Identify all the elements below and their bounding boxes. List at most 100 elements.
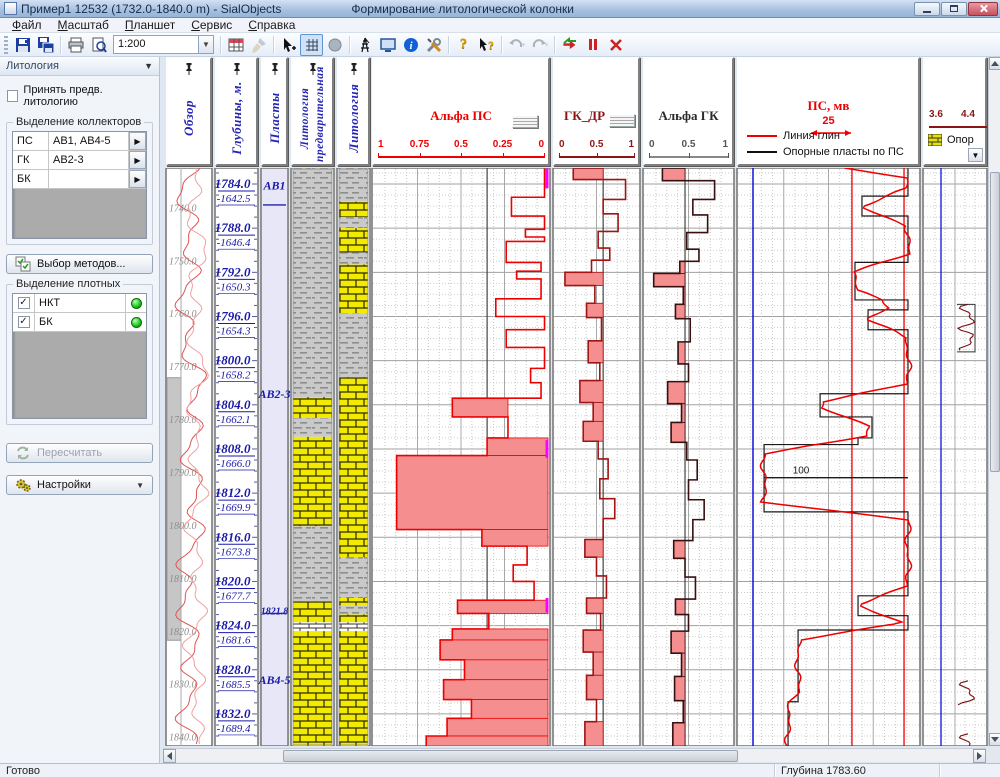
right-lith-icon bbox=[928, 134, 942, 146]
accept-prelim-checkbox[interactable] bbox=[7, 90, 18, 102]
menu-item-0[interactable]: Файл bbox=[4, 18, 50, 32]
combo-dropdown-icon[interactable]: ▼ bbox=[199, 35, 214, 54]
vertical-scrollbar[interactable] bbox=[988, 57, 1000, 746]
collector-row[interactable]: ГКАВ2-3▶ bbox=[13, 151, 146, 170]
menu-item-1[interactable]: Масштаб bbox=[50, 18, 117, 32]
collector-row[interactable]: БК▶ bbox=[13, 170, 146, 189]
horizontal-scroll-thumb[interactable] bbox=[283, 750, 738, 762]
restore-button[interactable] bbox=[941, 2, 967, 16]
methods-button[interactable]: Выбор методов... bbox=[6, 254, 153, 274]
dense-row[interactable]: ✓БК bbox=[13, 313, 146, 332]
print-button[interactable] bbox=[64, 34, 87, 56]
undo-button[interactable]: ▾ bbox=[505, 34, 528, 56]
select-mode-button[interactable] bbox=[277, 34, 300, 56]
recalculate-label: Пересчитать bbox=[37, 447, 102, 459]
window-title: Пример1 12532 (1732.0-1840.0 m) - SialOb… bbox=[21, 2, 281, 16]
collectors-table[interactable]: ПСАВ1, АВ4-5▶ГКАВ2-3▶БК▶ bbox=[12, 131, 147, 239]
scroll-up-button[interactable] bbox=[989, 57, 1000, 70]
dense-row[interactable]: ✓НКТ bbox=[13, 294, 146, 313]
collector-value[interactable]: АВ1, АВ4-5 bbox=[49, 132, 129, 150]
table-style-button[interactable] bbox=[224, 34, 247, 56]
header-overview[interactable]: Обзор bbox=[166, 57, 212, 166]
methods-checklist-icon bbox=[15, 256, 31, 272]
menu-item-2[interactable]: Планшет bbox=[117, 18, 183, 32]
scroll-right-button[interactable] bbox=[973, 749, 986, 763]
settings-gears-icon bbox=[15, 477, 31, 493]
svg-text:1828.0: 1828.0 bbox=[215, 662, 251, 677]
svg-text:-1666.0: -1666.0 bbox=[217, 458, 251, 470]
minimize-button[interactable] bbox=[914, 2, 940, 16]
well-button[interactable] bbox=[353, 34, 376, 56]
scroll-down-button[interactable] bbox=[989, 733, 1000, 746]
settings-label: Настройки bbox=[37, 479, 91, 491]
panel-header[interactable]: Литология ▼ bbox=[0, 57, 159, 76]
scroll-left-button[interactable] bbox=[163, 749, 176, 763]
header-plasts-label: Пласты bbox=[267, 92, 283, 143]
settings-button[interactable]: Настройки ▼ bbox=[6, 475, 153, 495]
context-help-button[interactable]: ? bbox=[475, 34, 498, 56]
dense-group: Выделение плотных ✓НКТ✓БК bbox=[6, 284, 153, 425]
save-button[interactable] bbox=[11, 34, 34, 56]
header-ps[interactable]: ПС, мв 25 Линия глин Опорные пласты по П… bbox=[737, 57, 920, 166]
recalculate-icon bbox=[15, 445, 31, 461]
screen-icon bbox=[380, 37, 396, 53]
save-icon bbox=[15, 37, 31, 53]
horizontal-scrollbar[interactable] bbox=[163, 748, 986, 762]
menu-item-3[interactable]: Сервис bbox=[183, 18, 240, 32]
svg-text:1750.0: 1750.0 bbox=[169, 256, 197, 267]
header-right-partial[interactable]: 3.6 4.4 Опор ▼ bbox=[923, 57, 987, 166]
right-dropdown-icon[interactable]: ▼ bbox=[968, 148, 983, 162]
screen-button[interactable] bbox=[376, 34, 399, 56]
collector-expand-icon[interactable]: ▶ bbox=[129, 151, 146, 169]
header-lithology-prelim[interactable]: Литология предварительная bbox=[291, 57, 334, 166]
svg-text:-1685.5: -1685.5 bbox=[217, 679, 251, 691]
header-lithology[interactable]: Литология bbox=[337, 57, 370, 166]
collector-value[interactable] bbox=[49, 170, 129, 188]
info-button[interactable]: i bbox=[399, 34, 422, 56]
process-button[interactable] bbox=[558, 34, 581, 56]
scale-value[interactable]: 1:200 bbox=[113, 35, 199, 54]
collector-expand-icon[interactable]: ▶ bbox=[129, 132, 146, 150]
gk-dr-slider[interactable] bbox=[609, 114, 635, 127]
right-label: Опор bbox=[947, 134, 974, 146]
collector-value[interactable]: АВ2-3 bbox=[49, 151, 129, 169]
grid-mode-button[interactable] bbox=[300, 34, 323, 56]
collector-row[interactable]: ПСАВ1, АВ4-5▶ bbox=[13, 132, 146, 151]
help-button[interactable]: ? bbox=[452, 34, 475, 56]
redo-button[interactable]: ▾ bbox=[528, 34, 551, 56]
dense-table[interactable]: ✓НКТ✓БК bbox=[12, 293, 147, 419]
record-button[interactable] bbox=[323, 34, 346, 56]
tools-button[interactable] bbox=[422, 34, 445, 56]
dense-checkbox[interactable]: ✓ bbox=[18, 316, 30, 328]
dense-checkbox[interactable]: ✓ bbox=[18, 297, 30, 309]
svg-text:1790.0: 1790.0 bbox=[169, 468, 197, 479]
menu-item-4[interactable]: Справка bbox=[240, 18, 303, 32]
toolbar-grip bbox=[4, 36, 8, 54]
pause-button[interactable] bbox=[581, 34, 604, 56]
header-overview-label: Обзор bbox=[181, 100, 197, 136]
stop-button[interactable] bbox=[604, 34, 627, 56]
header-gk-dr[interactable]: ГК_ДР 00.51 bbox=[553, 57, 640, 166]
accept-prelim-label: Принять предв. литологию bbox=[23, 84, 152, 108]
print-preview-button[interactable] bbox=[87, 34, 110, 56]
header-plasts[interactable]: Пласты bbox=[261, 57, 288, 166]
settings-dropdown-icon[interactable]: ▼ bbox=[136, 481, 144, 490]
header-alpha-ps[interactable]: Альфа ПС 10.750.50.250 bbox=[372, 57, 550, 166]
recalculate-button[interactable]: Пересчитать bbox=[6, 443, 153, 463]
close-button[interactable] bbox=[968, 2, 998, 16]
svg-text:1770.0: 1770.0 bbox=[169, 362, 197, 373]
chevron-down-icon[interactable]: ▼ bbox=[144, 61, 153, 71]
header-depths[interactable]: Глубины, м. bbox=[215, 57, 258, 166]
save-all-button[interactable] bbox=[34, 34, 57, 56]
app-icon bbox=[4, 2, 17, 15]
format-brush-button[interactable] bbox=[247, 34, 270, 56]
collector-expand-icon[interactable]: ▶ bbox=[129, 170, 146, 188]
scale-combobox[interactable]: 1:200 ▼ bbox=[113, 35, 214, 54]
svg-text:-1654.3: -1654.3 bbox=[217, 325, 251, 337]
vertical-scroll-thumb[interactable] bbox=[990, 172, 1000, 472]
alpha-ps-slider[interactable] bbox=[512, 115, 538, 128]
status-led bbox=[126, 313, 146, 331]
svg-text:1820.0: 1820.0 bbox=[169, 627, 197, 638]
gk-dr-ticks: 00.51 bbox=[559, 139, 634, 151]
header-alpha-gk[interactable]: Альфа ГК 00.51 bbox=[643, 57, 734, 166]
